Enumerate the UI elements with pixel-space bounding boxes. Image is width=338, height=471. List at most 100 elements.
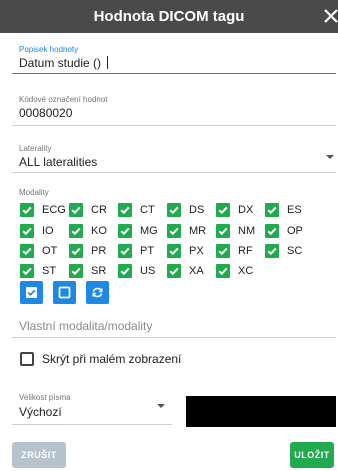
- save-button[interactable]: ULOŽIT: [290, 442, 334, 468]
- modality-label: DS: [189, 204, 205, 216]
- checkmark-icon: [71, 206, 81, 215]
- dialog-title: Hodnota DICOM tagu: [93, 8, 245, 25]
- value-code-underline: [12, 125, 336, 126]
- laterality-underline: [12, 172, 336, 173]
- modality-checkbox[interactable]: [167, 224, 181, 238]
- modality-label: XA: [189, 265, 204, 277]
- checkmark-icon: [218, 267, 228, 276]
- modality-label: XC: [238, 265, 254, 277]
- font-size-underline: [12, 424, 172, 425]
- modality-checkbox[interactable]: [20, 224, 34, 238]
- modality-label: IO: [42, 225, 54, 237]
- modality-label: DX: [238, 204, 254, 216]
- checkmark-icon: [267, 206, 277, 215]
- modality-label: OP: [287, 225, 303, 237]
- checkmark-icon: [120, 267, 130, 276]
- checkmark-icon: [169, 247, 179, 256]
- modality-label: PX: [189, 245, 204, 257]
- modality-label: KO: [91, 225, 107, 237]
- check-all-icon: [26, 287, 37, 298]
- checkmark-icon: [71, 227, 81, 236]
- modality-label: SR: [91, 265, 107, 277]
- value-label-input[interactable]: Datum studie (): [19, 56, 101, 70]
- modality-checkbox[interactable]: [265, 244, 279, 258]
- modality-checkbox[interactable]: [216, 224, 230, 238]
- modality-checkbox[interactable]: [20, 203, 34, 217]
- modality-checkbox[interactable]: [167, 264, 181, 278]
- checkmark-icon: [22, 206, 32, 215]
- text-caret: [107, 56, 108, 69]
- modality-checkbox[interactable]: [216, 264, 230, 278]
- custom-modality-input[interactable]: Vlastní modalita/modality: [19, 319, 152, 333]
- modality-checkbox[interactable]: [118, 244, 132, 258]
- hide-small-checkbox[interactable]: [20, 352, 34, 366]
- cancel-button[interactable]: ZRUŠIT: [12, 442, 66, 468]
- value-label-underline: [12, 73, 336, 74]
- modality-label: PT: [140, 245, 155, 257]
- modality-checkbox[interactable]: [167, 244, 181, 258]
- modality-checkbox[interactable]: [118, 264, 132, 278]
- check-all-button[interactable]: [20, 281, 43, 304]
- modality-checkbox[interactable]: [265, 224, 279, 238]
- chevron-down-icon[interactable]: [157, 404, 165, 408]
- checkmark-icon: [120, 206, 130, 215]
- modality-label: MG: [140, 225, 158, 237]
- font-size-caption: Velikost písma: [19, 393, 71, 402]
- hide-small-label: Skrýt při malém zobrazení: [42, 352, 182, 366]
- reset-modalities-button[interactable]: [86, 281, 109, 304]
- checkmark-icon: [218, 247, 228, 256]
- modality-label: CR: [91, 204, 107, 216]
- modalities-caption: Modality: [19, 188, 49, 197]
- uncheck-all-icon: [58, 286, 71, 299]
- modality-label: ST: [42, 265, 57, 277]
- modality-label: NM: [238, 225, 256, 237]
- modality-checkbox[interactable]: [69, 244, 83, 258]
- chevron-down-icon[interactable]: [326, 155, 334, 159]
- modality-label: ECG: [42, 204, 66, 216]
- modality-label: OT: [42, 245, 58, 257]
- checkmark-icon: [267, 227, 277, 236]
- modality-checkbox[interactable]: [20, 264, 34, 278]
- modality-checkbox[interactable]: [216, 244, 230, 258]
- checkmark-icon: [71, 247, 81, 256]
- redacted-area: [186, 396, 336, 427]
- modality-label: CT: [140, 204, 155, 216]
- checkmark-icon: [218, 206, 228, 215]
- checkmark-icon: [169, 227, 179, 236]
- modality-label: SC: [287, 245, 303, 257]
- laterality-caption: Laterality: [19, 144, 52, 153]
- modality-label: RF: [238, 245, 253, 257]
- modality-label: MR: [189, 225, 207, 237]
- modality-label: PR: [91, 245, 107, 257]
- value-code-caption: Kódové označení hodnot: [19, 95, 108, 104]
- modality-checkbox[interactable]: [69, 224, 83, 238]
- modality-checkbox[interactable]: [216, 203, 230, 217]
- checkmark-icon: [267, 247, 277, 256]
- modality-checkbox[interactable]: [20, 244, 34, 258]
- checkmark-icon: [22, 267, 32, 276]
- modality-checkbox[interactable]: [167, 203, 181, 217]
- checkmark-icon: [120, 247, 130, 256]
- reset-icon: [92, 287, 103, 298]
- checkmark-icon: [120, 227, 130, 236]
- checkmark-icon: [169, 206, 179, 215]
- value-label-caption: Popisek hodnoty: [19, 45, 79, 54]
- custom-modality-underline: [12, 337, 336, 338]
- value-code-input[interactable]: 00080020: [19, 106, 72, 120]
- laterality-select[interactable]: ALL lateralities: [19, 155, 97, 169]
- modality-label: ES: [287, 204, 302, 216]
- checkmark-icon: [218, 227, 228, 236]
- close-icon[interactable]: [322, 6, 338, 26]
- checkmark-icon: [169, 267, 179, 276]
- modality-checkbox[interactable]: [118, 203, 132, 217]
- checkmark-icon: [22, 227, 32, 236]
- font-size-select[interactable]: Výchozí: [19, 405, 62, 419]
- modality-checkbox[interactable]: [118, 224, 132, 238]
- checkmark-icon: [71, 267, 81, 276]
- modality-label: US: [140, 265, 156, 277]
- uncheck-all-button[interactable]: [53, 281, 76, 304]
- checkmark-icon: [22, 247, 32, 256]
- modality-checkbox[interactable]: [69, 264, 83, 278]
- modality-checkbox[interactable]: [265, 203, 279, 217]
- modality-checkbox[interactable]: [69, 203, 83, 217]
